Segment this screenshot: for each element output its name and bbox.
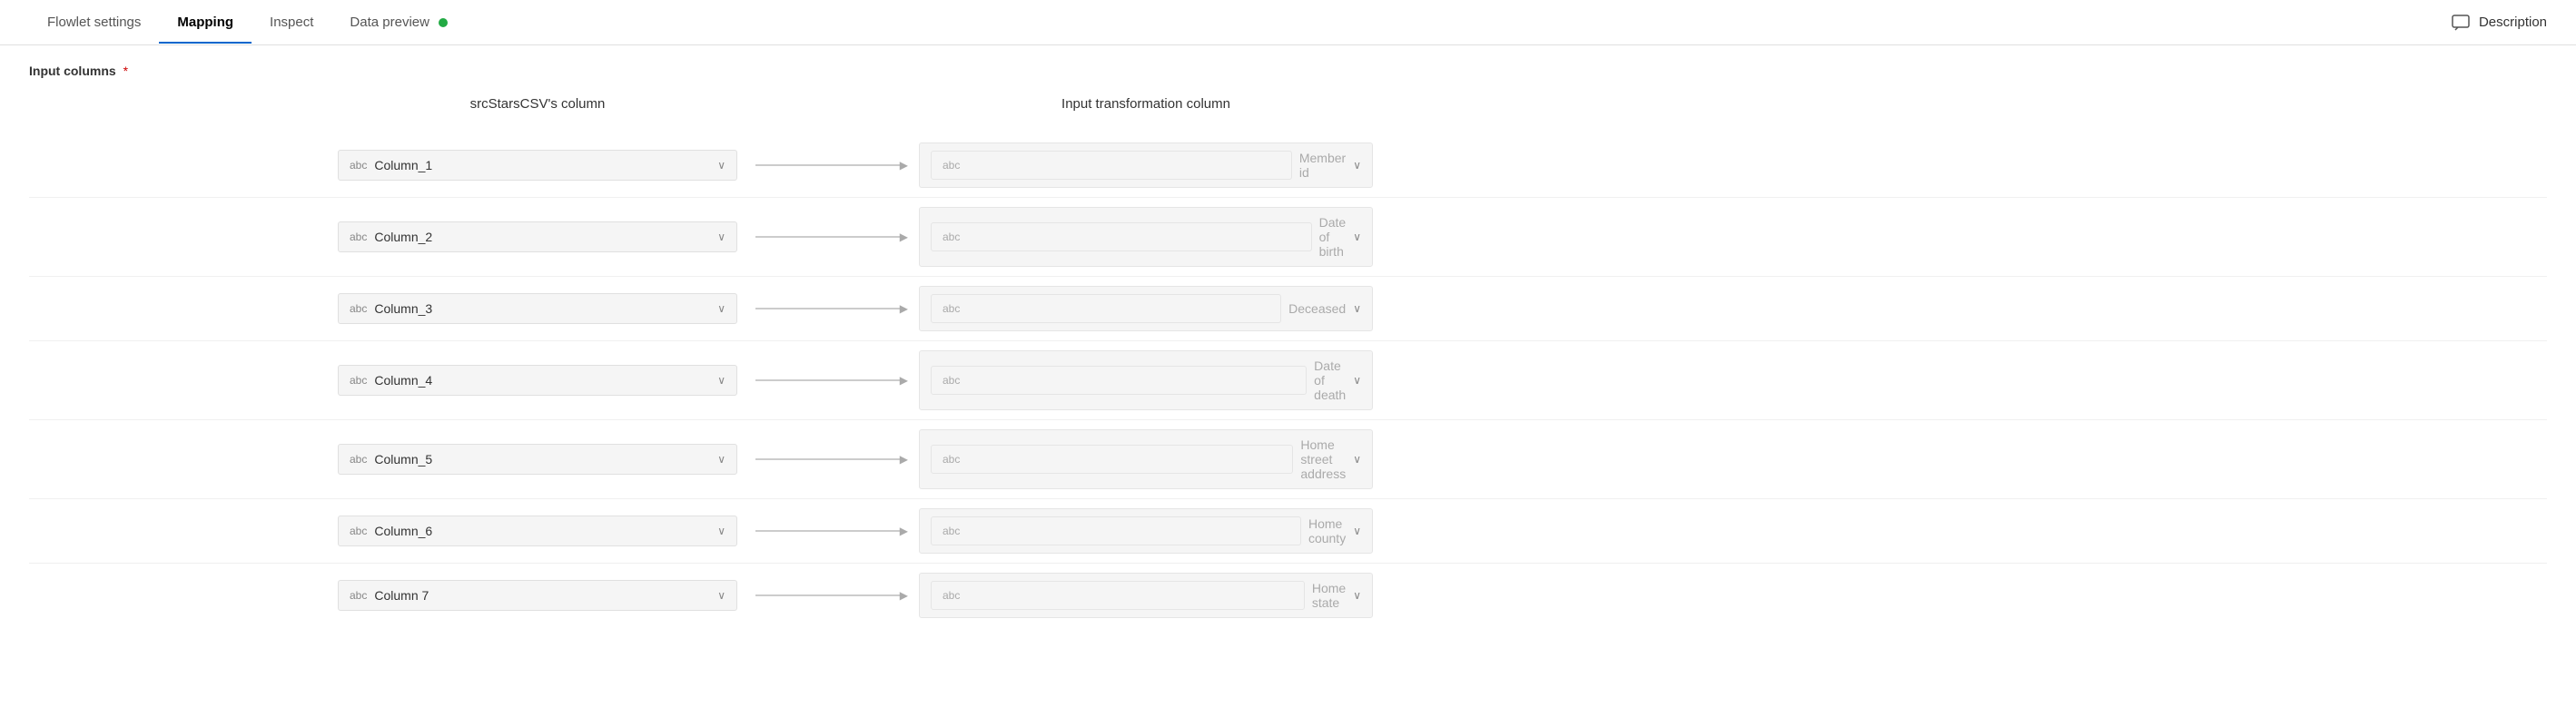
src-value-6: Column_6 <box>374 524 710 538</box>
abc-label-src-7: abc <box>350 589 367 602</box>
chat-icon <box>2452 15 2472 31</box>
mapping-row: abc Column_3 ∨ abc Deceased ∨ <box>29 277 2547 341</box>
chevron-icon-transform-6: ∨ <box>1353 525 1361 537</box>
src-value-2: Column_2 <box>374 230 710 244</box>
src-dropdown-5[interactable]: abc Column_5 ∨ <box>338 444 737 475</box>
src-column-header: srcStarsCSV's column <box>338 96 737 112</box>
transform-dropdown-4[interactable]: abc Date of death ∨ <box>919 350 1373 410</box>
chevron-icon-src-6: ∨ <box>717 525 725 537</box>
mapping-row: abc Column_4 ∨ abc Date of death ∨ <box>29 341 2547 420</box>
arrow-5 <box>737 458 919 460</box>
abc-label-src-3: abc <box>350 302 367 315</box>
transform-value-3: Deceased <box>1288 301 1346 316</box>
abc-label-transform-3: abc <box>931 294 1281 323</box>
chevron-icon-src-5: ∨ <box>717 453 725 466</box>
tab-mapping[interactable]: Mapping <box>159 2 252 43</box>
transform-dropdown-1[interactable]: abc Member id ∨ <box>919 142 1373 188</box>
transform-value-1: Member id <box>1299 151 1346 180</box>
transform-value-2: Date of birth <box>1319 215 1347 259</box>
chevron-icon-src-4: ∨ <box>717 374 725 387</box>
transform-value-6: Home county <box>1308 516 1346 545</box>
tab-inspect[interactable]: Inspect <box>252 2 331 43</box>
transform-dropdown-3[interactable]: abc Deceased ∨ <box>919 286 1373 331</box>
transform-value-7: Home state <box>1312 581 1346 610</box>
abc-label-transform-2: abc <box>931 222 1312 251</box>
arrow-2 <box>737 236 919 238</box>
arrow-line-6 <box>755 530 901 532</box>
src-dropdown-1[interactable]: abc Column_1 ∨ <box>338 150 737 181</box>
arrow-line-3 <box>755 308 901 309</box>
description-button[interactable]: Description <box>2452 15 2547 31</box>
chevron-icon-transform-4: ∨ <box>1353 374 1361 387</box>
abc-label-transform-4: abc <box>931 366 1307 395</box>
transform-value-5: Home street address <box>1300 437 1346 481</box>
chevron-icon-src-2: ∨ <box>717 231 725 243</box>
abc-label-src-1: abc <box>350 159 367 172</box>
arrow-line-1 <box>755 164 901 166</box>
src-dropdown-2[interactable]: abc Column_2 ∨ <box>338 221 737 252</box>
transform-dropdown-6[interactable]: abc Home county ∨ <box>919 508 1373 554</box>
chevron-icon-src-7: ∨ <box>717 589 725 602</box>
transform-dropdown-5[interactable]: abc Home street address ∨ <box>919 429 1373 489</box>
chevron-icon-transform-2: ∨ <box>1353 231 1361 243</box>
arrow-4 <box>737 379 919 381</box>
mapping-row: abc Column_2 ∨ abc Date of birth ∨ <box>29 198 2547 277</box>
abc-label-src-5: abc <box>350 453 367 466</box>
transform-dropdown-2[interactable]: abc Date of birth ∨ <box>919 207 1373 267</box>
arrow-1 <box>737 164 919 166</box>
mapping-row: abc Column 7 ∨ abc Home state ∨ <box>29 564 2547 627</box>
chevron-icon-transform-1: ∨ <box>1353 159 1361 172</box>
mapping-row: abc Column_5 ∨ abc Home street address ∨ <box>29 420 2547 499</box>
src-value-4: Column_4 <box>374 373 710 388</box>
tab-data-preview[interactable]: Data preview <box>331 2 466 43</box>
chevron-icon-src-1: ∨ <box>717 159 725 172</box>
abc-label-transform-6: abc <box>931 516 1301 545</box>
mapping-rows: abc Column_1 ∨ abc Member id ∨ abc Colum… <box>29 133 2547 627</box>
src-dropdown-3[interactable]: abc Column_3 ∨ <box>338 293 737 324</box>
top-nav: Flowlet settings Mapping Inspect Data pr… <box>0 0 2576 45</box>
chevron-icon-transform-7: ∨ <box>1353 589 1361 602</box>
chevron-icon-transform-5: ∨ <box>1353 453 1361 466</box>
abc-label-src-2: abc <box>350 231 367 243</box>
chevron-icon-src-3: ∨ <box>717 302 725 315</box>
tab-flowlet-settings[interactable]: Flowlet settings <box>29 2 159 43</box>
mapping-row: abc Column_6 ∨ abc Home county ∨ <box>29 499 2547 564</box>
abc-label-transform-1: abc <box>931 151 1292 180</box>
chevron-icon-transform-3: ∨ <box>1353 302 1361 315</box>
arrow-3 <box>737 308 919 309</box>
transform-dropdown-7[interactable]: abc Home state ∨ <box>919 573 1373 618</box>
src-value-5: Column_5 <box>374 452 710 467</box>
abc-label-src-6: abc <box>350 525 367 537</box>
transform-column-header: Input transformation column <box>919 96 1373 112</box>
arrow-line-7 <box>755 594 901 596</box>
data-preview-indicator <box>439 18 448 27</box>
abc-label-src-4: abc <box>350 374 367 387</box>
input-columns-label: Input columns <box>29 64 116 78</box>
arrow-line-5 <box>755 458 901 460</box>
mapping-row: abc Column_1 ∨ abc Member id ∨ <box>29 133 2547 198</box>
required-indicator: * <box>123 64 128 78</box>
arrow-6 <box>737 530 919 532</box>
abc-label-transform-7: abc <box>931 581 1305 610</box>
src-value-7: Column 7 <box>374 588 710 603</box>
main-content: Input columns * srcStarsCSV's column Inp… <box>0 45 2576 645</box>
transform-value-4: Date of death <box>1314 358 1346 402</box>
arrow-line-4 <box>755 379 901 381</box>
abc-label-transform-5: abc <box>931 445 1293 474</box>
src-dropdown-7[interactable]: abc Column 7 ∨ <box>338 580 737 611</box>
src-value-3: Column_3 <box>374 301 710 316</box>
column-headers: srcStarsCSV's column Input transformatio… <box>29 96 2547 112</box>
arrow-line-2 <box>755 236 901 238</box>
src-dropdown-4[interactable]: abc Column_4 ∨ <box>338 365 737 396</box>
src-dropdown-6[interactable]: abc Column_6 ∨ <box>338 516 737 546</box>
src-value-1: Column_1 <box>374 158 710 172</box>
arrow-7 <box>737 594 919 596</box>
